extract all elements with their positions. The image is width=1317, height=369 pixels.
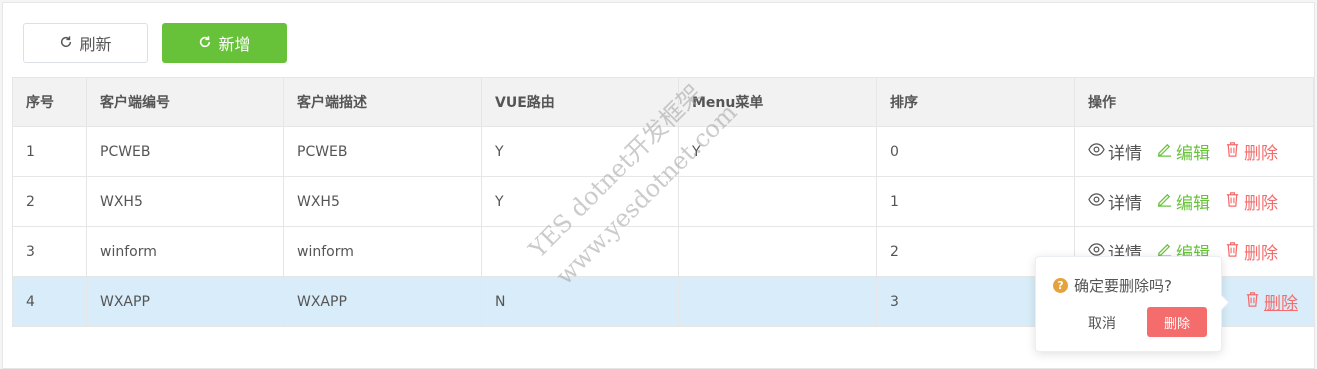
- cell-actions: 详情 编辑 删除: [1074, 126, 1314, 177]
- cell-code: PCWEB: [86, 126, 284, 177]
- cell-vue: Y: [481, 176, 679, 227]
- edit-label: 编辑: [1176, 144, 1210, 164]
- detail-label: 详情: [1108, 144, 1142, 164]
- cell-vue: N: [481, 276, 679, 327]
- table-header-row: 序号 客户端编号 客户端描述 VUE路由 Menu菜单 排序 操作: [12, 77, 1314, 127]
- trash-icon: [1224, 191, 1241, 213]
- cell-sort: 0: [876, 126, 1075, 177]
- cell-code: WXAPP: [86, 276, 284, 327]
- header-vue-route[interactable]: VUE路由: [481, 77, 679, 127]
- edit-link[interactable]: 编辑: [1156, 189, 1210, 214]
- cell-code: WXH5: [86, 176, 284, 227]
- header-client-code[interactable]: 客户端编号: [86, 77, 284, 127]
- edit-link[interactable]: 编辑: [1156, 139, 1210, 164]
- edit-icon: [1156, 191, 1173, 213]
- delete-link[interactable]: 删除: [1224, 139, 1278, 164]
- edit-icon: [1156, 141, 1173, 163]
- table-row[interactable]: 2 WXH5 WXH5 Y 1 详情 编辑 删除: [12, 176, 1314, 227]
- cell-menu: Y: [678, 126, 877, 177]
- question-icon: ?: [1053, 278, 1068, 293]
- delete-label: 删除: [1264, 294, 1298, 314]
- toolbar: 刷新 新增: [23, 23, 287, 63]
- delete-link[interactable]: 删除: [1224, 189, 1278, 214]
- header-sort[interactable]: 排序: [876, 77, 1075, 127]
- popconfirm-question: ? 确定要删除吗?: [1053, 275, 1172, 296]
- header-client-desc[interactable]: 客户端描述: [283, 77, 482, 127]
- delete-label: 删除: [1244, 194, 1278, 214]
- delete-label: 删除: [1244, 244, 1278, 264]
- trash-icon: [1224, 141, 1241, 163]
- delete-popconfirm: ? 确定要删除吗? 取消 删除: [1035, 256, 1222, 352]
- trash-icon: [1224, 241, 1241, 263]
- detail-link[interactable]: 详情: [1088, 139, 1142, 164]
- header-actions: 操作: [1074, 77, 1314, 127]
- cell-desc: WXH5: [283, 176, 482, 227]
- refresh-label: 刷新: [79, 35, 112, 54]
- trash-icon: [1244, 291, 1261, 313]
- cell-vue: Y: [481, 126, 679, 177]
- add-label: 新增: [218, 35, 251, 54]
- delete-link[interactable]: 删除: [1224, 239, 1278, 264]
- cell-desc: PCWEB: [283, 126, 482, 177]
- popconfirm-confirm-button[interactable]: 删除: [1147, 307, 1207, 337]
- cell-index: 1: [12, 126, 87, 177]
- cell-menu: [678, 276, 877, 327]
- popconfirm-text: 确定要删除吗?: [1074, 277, 1172, 295]
- delete-label: 删除: [1244, 144, 1278, 164]
- add-button[interactable]: 新增: [162, 23, 287, 63]
- cell-menu: [678, 176, 877, 227]
- header-menu[interactable]: Menu菜单: [678, 77, 877, 127]
- cell-actions: 详情 编辑 删除: [1074, 176, 1314, 227]
- cell-vue: [481, 226, 679, 277]
- refresh-icon: [198, 34, 212, 53]
- eye-icon: [1088, 191, 1105, 213]
- cell-index: 2: [12, 176, 87, 227]
- cell-index: 4: [12, 276, 87, 327]
- cell-code: winform: [86, 226, 284, 277]
- detail-link[interactable]: 详情: [1088, 189, 1142, 214]
- table-row[interactable]: 1 PCWEB PCWEB Y Y 0 详情 编辑 删除: [12, 126, 1314, 177]
- delete-link[interactable]: 删除: [1244, 289, 1298, 314]
- eye-icon: [1088, 141, 1105, 163]
- cell-desc: WXAPP: [283, 276, 482, 327]
- refresh-button[interactable]: 刷新: [23, 23, 148, 63]
- edit-label: 编辑: [1176, 194, 1210, 214]
- cell-index: 3: [12, 226, 87, 277]
- cell-desc: winform: [283, 226, 482, 277]
- cell-menu: [678, 226, 877, 277]
- cell-sort: 1: [876, 176, 1075, 227]
- header-index[interactable]: 序号: [12, 77, 87, 127]
- detail-label: 详情: [1108, 194, 1142, 214]
- refresh-icon: [59, 34, 73, 53]
- popconfirm-cancel-button[interactable]: 取消: [1088, 313, 1116, 333]
